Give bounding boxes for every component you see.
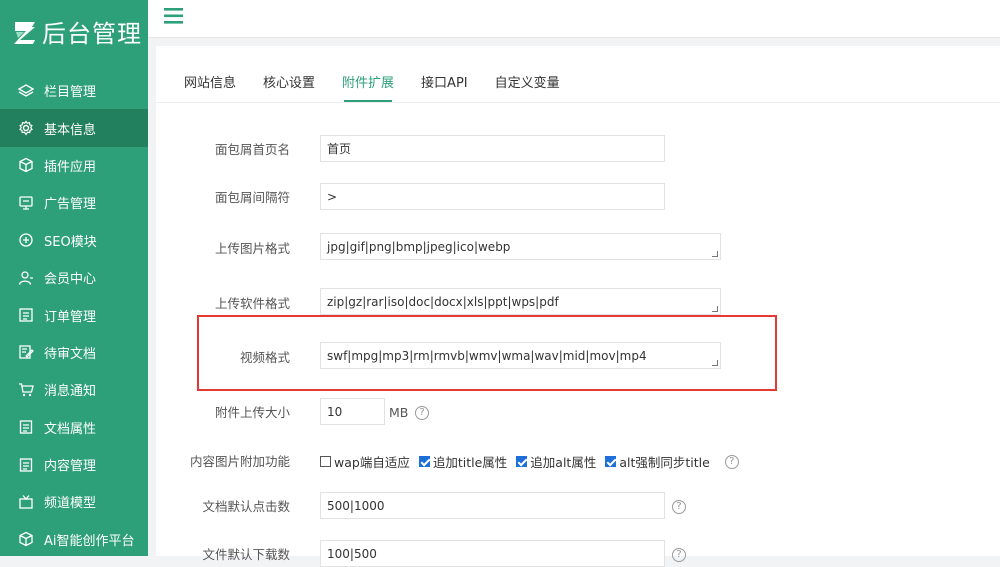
target-icon: [18, 232, 34, 248]
doc-icon: [18, 419, 34, 435]
sidebar-item-label: 会员中心: [44, 272, 97, 288]
settings-panel: 网站信息 核心设置 附件扩展 接口API 自定义变量 面包屑首页名 首页 面包屑…: [156, 46, 1000, 567]
cube-icon: [18, 531, 34, 547]
breadcrumb-separator-input[interactable]: >: [320, 183, 665, 210]
checkbox-wap-adaptive[interactable]: wap端自适应: [320, 452, 410, 471]
sidebar-item-label: 栏目管理: [44, 85, 97, 101]
image-features-checkboxes: wap端自适应 追加title属性 追加alt属性 alt强制同步title ?: [320, 452, 739, 471]
field-label: 附件上传大小: [214, 405, 290, 420]
flag-icon: [18, 195, 34, 211]
tab-custom-vars[interactable]: 自定义变量: [495, 72, 560, 102]
sidebar-item-label: 文档属性: [44, 421, 97, 437]
checkbox-checked-icon: [418, 456, 430, 467]
field-label: 上传软件格式: [214, 295, 290, 311]
settings-tabs: 网站信息 核心设置 附件扩展 接口API 自定义变量: [184, 72, 587, 102]
sidebar-item-ai-platform[interactable]: Ai智能创作平台: [0, 521, 148, 558]
sidebar-item-notifications[interactable]: 消息通知: [0, 371, 148, 408]
help-icon[interactable]: ?: [724, 454, 739, 469]
field-label: 面包屑首页名: [214, 142, 290, 157]
sidebar-item-label: 待审文档: [44, 346, 97, 362]
software-formats-textarea[interactable]: zip|gz|rar|iso|doc|docx|xls|ppt|wps|pdf: [320, 288, 721, 315]
sidebar-item-doc-attrs[interactable]: 文档属性: [0, 409, 148, 446]
field-label: 内容图片附加功能: [189, 453, 290, 469]
tab-core-settings[interactable]: 核心设置: [263, 72, 315, 102]
field-label: 面包屑间隔符: [214, 190, 290, 205]
form-row-attach-size: 附件上传大小 10 MB ?: [156, 398, 1000, 425]
textarea-value: zip|gz|rar|iso|doc|docx|xls|ppt|wps|pdf: [327, 295, 559, 309]
cart-icon: [18, 382, 34, 398]
top-bar: [148, 0, 1000, 38]
settings-gear-icon: [18, 120, 34, 136]
logo[interactable]: 后台管理: [0, 0, 148, 62]
edit-doc-icon: [18, 344, 34, 360]
default-clicks-input[interactable]: 500|1000: [320, 492, 665, 519]
field-label: 文档默认点击数: [202, 499, 290, 514]
checkbox-checked-icon: [605, 456, 617, 467]
resize-handle-icon[interactable]: [712, 251, 718, 257]
attach-size-input[interactable]: 10: [320, 398, 385, 425]
user-icon: [18, 270, 34, 286]
doc-icon: [18, 457, 34, 473]
checkbox-alt-sync-title[interactable]: alt强制同步title: [605, 452, 710, 471]
textarea-value: jpg|gif|png|bmp|jpeg|ico|webp: [327, 240, 511, 254]
form-row-software-formats: 上传软件格式 zip|gz|rar|iso|doc|docx|xls|ppt|w…: [156, 288, 1000, 316]
tab-site-info[interactable]: 网站信息: [184, 72, 236, 102]
logo-mark-icon: [14, 22, 35, 44]
tab-divider: [156, 102, 1000, 103]
sidebar-nav: 栏目管理 基本信息 插件应用 广告管理 SEO模块 会员中心 订单管理 待审文档…: [0, 72, 148, 558]
sidebar-item-seo[interactable]: SEO模块: [0, 222, 148, 259]
tab-attachment-ext[interactable]: 附件扩展: [342, 72, 394, 102]
sidebar-item-label: 订单管理: [44, 309, 97, 325]
sidebar-item-plugins[interactable]: 插件应用: [0, 147, 148, 184]
form-row-image-features: 内容图片附加功能 wap端自适应 追加title属性 追加alt属性 alt强制…: [156, 450, 1000, 470]
sidebar-item-orders[interactable]: 订单管理: [0, 296, 148, 333]
form-row-breadcrumb-sep: 面包屑间隔符 >: [156, 183, 1000, 210]
sidebar-item-label: 插件应用: [44, 159, 97, 175]
tv-icon: [18, 494, 34, 510]
help-icon[interactable]: ?: [415, 406, 429, 420]
help-icon[interactable]: ?: [672, 548, 686, 562]
checkbox-unchecked-icon: [320, 456, 331, 467]
breadcrumb-home-input[interactable]: 首页: [320, 135, 665, 162]
menu-toggle-icon[interactable]: [164, 6, 186, 26]
field-label: 上传图片格式: [214, 240, 290, 256]
form-row-default-clicks: 文档默认点击数 500|1000 ?: [156, 492, 1000, 519]
image-formats-textarea[interactable]: jpg|gif|png|bmp|jpeg|ico|webp: [320, 233, 721, 260]
help-icon[interactable]: ?: [672, 500, 686, 514]
checkbox-append-title[interactable]: 追加title属性: [418, 452, 507, 471]
checkbox-append-alt[interactable]: 追加alt属性: [516, 452, 596, 471]
logo-text: 后台管理: [42, 19, 142, 48]
default-downloads-input[interactable]: 100|500: [320, 540, 665, 567]
sidebar: 后台管理 栏目管理 基本信息 插件应用 广告管理 SEO模块 会员中心 订单管理…: [0, 0, 148, 556]
sidebar-item-label: 广告管理: [44, 197, 97, 213]
field-label: 文件默认下载数: [202, 547, 290, 562]
sidebar-item-members[interactable]: 会员中心: [0, 259, 148, 296]
size-unit: MB: [389, 405, 409, 420]
form-row-image-formats: 上传图片格式 jpg|gif|png|bmp|jpeg|ico|webp: [156, 233, 1000, 261]
sidebar-item-label: SEO模块: [44, 234, 97, 250]
sidebar-item-ads[interactable]: 广告管理: [0, 184, 148, 221]
form-row-breadcrumb-home: 面包屑首页名 首页: [156, 135, 1000, 162]
list-icon: [18, 307, 34, 323]
sidebar-item-label: 基本信息: [44, 122, 97, 138]
cube-icon: [18, 157, 34, 173]
sidebar-item-label: 消息通知: [44, 384, 97, 400]
checkbox-checked-icon: [516, 456, 528, 467]
layers-icon: [18, 83, 34, 99]
sidebar-item-channel-model[interactable]: 频道模型: [0, 483, 148, 520]
sidebar-item-pending-docs[interactable]: 待审文档: [0, 334, 148, 371]
sidebar-item-basic-info[interactable]: 基本信息: [0, 109, 148, 147]
form-row-default-downloads: 文件默认下载数 100|500 ?: [156, 540, 1000, 567]
resize-handle-icon[interactable]: [712, 306, 718, 312]
sidebar-item-label: Ai智能创作平台: [44, 533, 135, 549]
sidebar-item-label: 内容管理: [44, 459, 97, 475]
tab-api[interactable]: 接口API: [421, 72, 468, 102]
highlight-box: [197, 315, 777, 391]
sidebar-item-label: 频道模型: [44, 496, 97, 512]
sidebar-item-content[interactable]: 内容管理: [0, 446, 148, 483]
sidebar-item-column-manage[interactable]: 栏目管理: [0, 72, 148, 109]
